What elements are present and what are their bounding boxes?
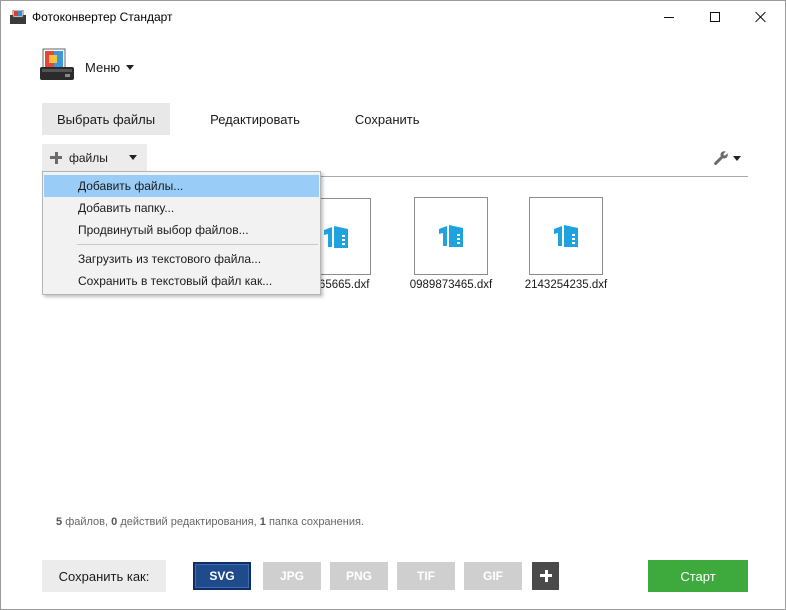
file-thumbnail	[321, 198, 371, 275]
files-text: файлов,	[65, 516, 109, 528]
dxf-file-icon	[439, 225, 463, 247]
folders-count: 1	[259, 516, 266, 528]
menu-item-add-files[interactable]: Добавить файлы...	[44, 175, 319, 197]
app-window: Фотоконвертер Стандарт Меню Выбрать файл…	[0, 0, 786, 610]
settings-button[interactable]	[713, 149, 745, 167]
menu-item-add-folder[interactable]: Добавить папку...	[44, 197, 319, 219]
file-name: 2143254235.dxf	[524, 279, 608, 291]
dxf-file-icon	[554, 225, 578, 247]
folders-text: папка сохранения.	[268, 516, 364, 528]
format-button-gif[interactable]: GIF	[464, 562, 522, 590]
minimize-button[interactable]	[646, 1, 692, 33]
menu-item-save-to-text[interactable]: Сохранить в текстовый файл как...	[44, 270, 319, 292]
minimize-icon	[664, 16, 674, 18]
format-button-png[interactable]: PNG	[330, 562, 388, 590]
file-item[interactable]: 2143254235.dxf	[521, 197, 611, 291]
menu-item-advanced-select[interactable]: Продвинутый выбор файлов...	[44, 219, 319, 241]
files-count: 5	[56, 516, 63, 528]
file-thumbnail	[529, 197, 603, 275]
window-title: Фотоконвертер Стандарт	[32, 10, 173, 24]
tab-label: Сохранить	[354, 111, 420, 127]
maximize-button[interactable]	[692, 1, 738, 33]
tab-label: Редактировать	[210, 111, 300, 127]
tab-select-files[interactable]: Выбрать файлы	[42, 103, 171, 135]
format-button-jpg[interactable]: JPG	[263, 562, 321, 590]
add-format-button[interactable]	[532, 562, 559, 590]
chevron-down-icon	[126, 64, 135, 70]
menu-separator	[77, 244, 318, 245]
format-button-svg[interactable]: SVG	[193, 562, 251, 590]
plus-icon	[50, 151, 62, 164]
menu-label: Меню	[85, 59, 121, 75]
menu-item-load-from-text[interactable]: Загрузить из текстового файла...	[44, 248, 319, 270]
file-item[interactable]: 0989873465.dxf	[406, 197, 496, 291]
main-tabs: Выбрать файлы Редактировать Сохранить	[42, 103, 460, 135]
wrench-icon	[714, 151, 728, 166]
edits-text: действий редактирования,	[120, 516, 257, 528]
format-button-tif[interactable]: TIF	[397, 562, 455, 590]
status-summary: 5 файлов, 0 действий редактирования, 1 п…	[56, 516, 364, 528]
chevron-down-icon	[128, 155, 137, 160]
file-name: 0989873465.dxf	[409, 279, 493, 291]
app-icon	[10, 10, 26, 24]
close-button[interactable]	[738, 1, 784, 33]
title-bar: Фотоконвертер Стандарт	[1, 1, 785, 33]
start-button[interactable]: Старт	[648, 560, 748, 592]
chevron-down-icon	[733, 155, 741, 161]
maximize-icon	[710, 12, 720, 22]
edits-count: 0	[111, 516, 118, 528]
close-icon	[755, 11, 767, 23]
tab-label: Выбрать файлы	[57, 111, 156, 127]
app-logo-icon	[40, 48, 74, 80]
main-menu-button[interactable]: Меню	[85, 57, 135, 77]
tab-edit[interactable]: Редактировать	[195, 103, 315, 135]
tab-save[interactable]: Сохранить	[340, 103, 435, 135]
files-button-label: файлы	[69, 150, 108, 165]
add-files-button[interactable]: файлы	[42, 144, 147, 171]
add-files-dropdown: Добавить файлы... Добавить папку... Прод…	[42, 171, 321, 295]
file-thumbnail	[414, 197, 488, 275]
save-as-label: Сохранить как:	[42, 560, 166, 592]
plus-icon	[539, 570, 552, 582]
dxf-file-icon	[324, 225, 348, 248]
